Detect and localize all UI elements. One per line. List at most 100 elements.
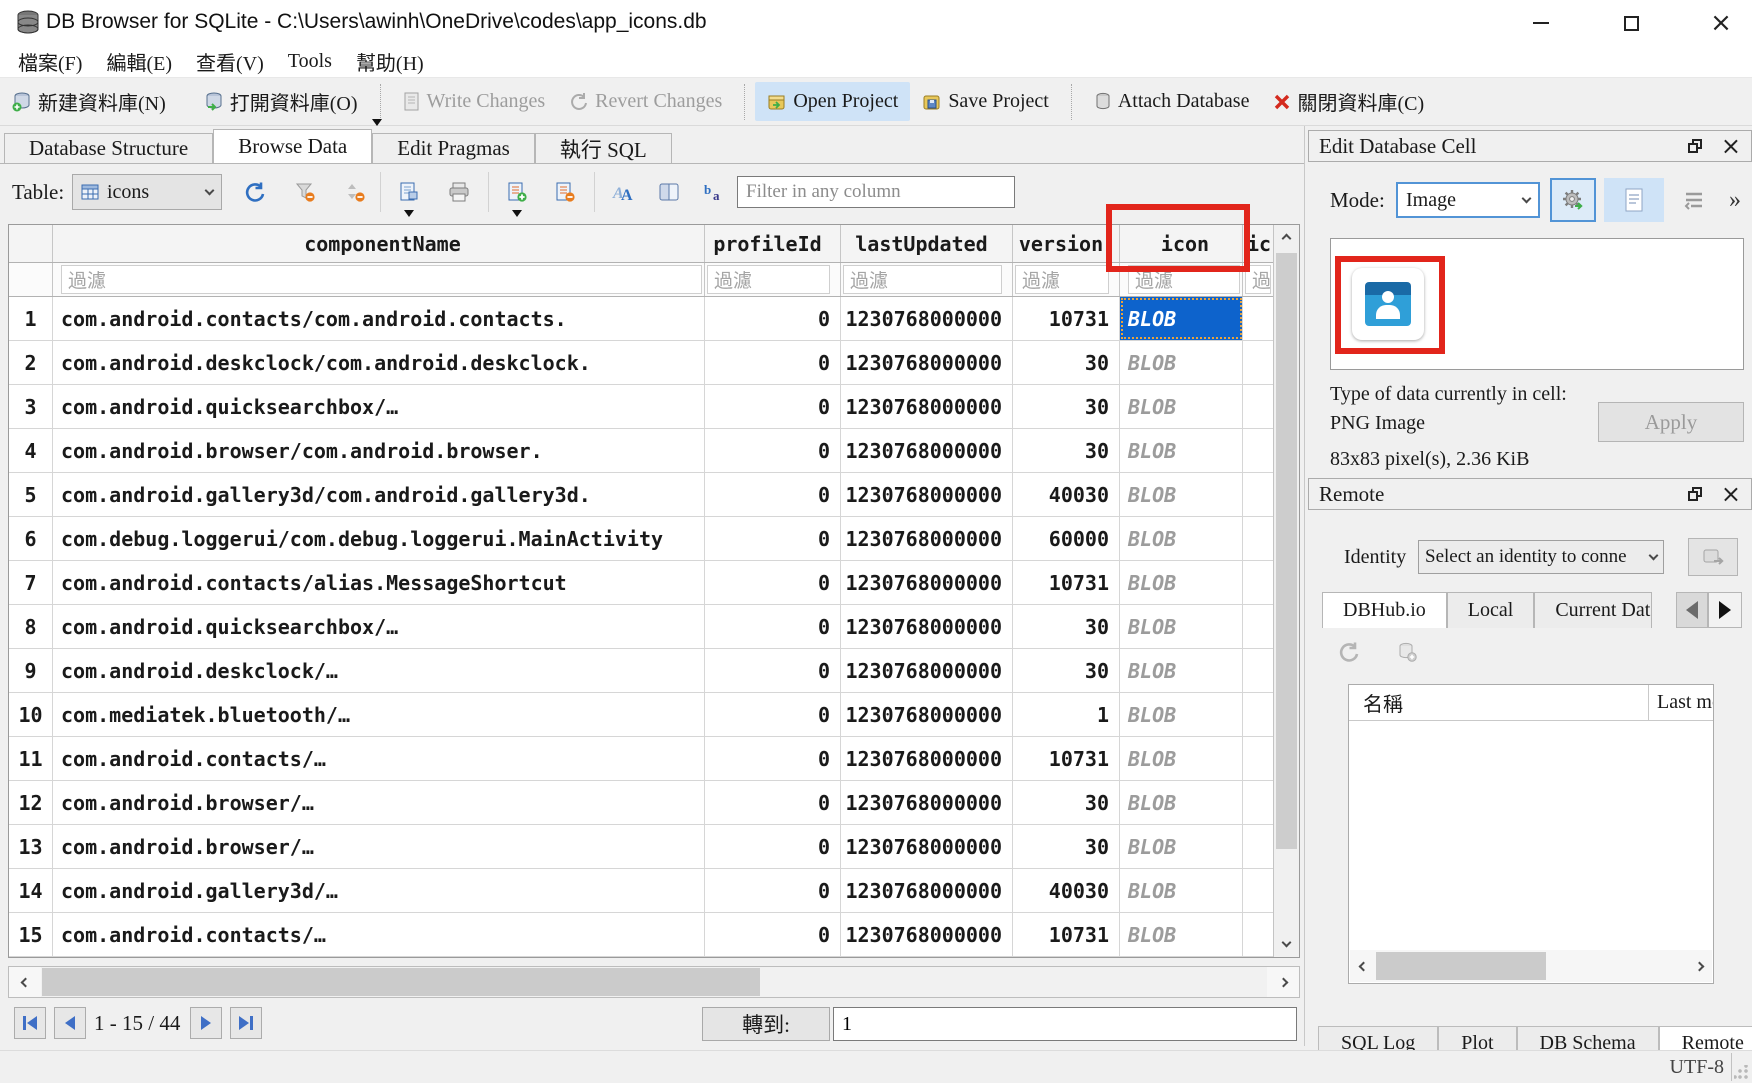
cell-componentName[interactable]: com.android.contacts/… — [53, 737, 705, 780]
dictionary-button[interactable] — [652, 176, 686, 208]
cell-partial[interactable] — [1243, 429, 1273, 472]
text-mode-button[interactable] — [1604, 178, 1664, 222]
row-number-cell[interactable]: 1 — [9, 297, 53, 340]
tab-database-structure[interactable]: Database Structure — [4, 133, 213, 163]
table-select[interactable]: icons — [72, 174, 222, 210]
cell-partial[interactable] — [1243, 605, 1273, 648]
column-header-profileId[interactable]: profileId — [705, 225, 841, 262]
open-database-button[interactable]: 打開資料庫(O) — [192, 79, 370, 124]
menu-view[interactable]: 查看(V) — [186, 45, 274, 78]
row-number-cell[interactable]: 9 — [9, 649, 53, 692]
cell-lastUpdated[interactable]: 1230768000000 — [841, 385, 1013, 428]
cell-version[interactable]: 30 — [1013, 385, 1120, 428]
close-button[interactable]: × — [1690, 0, 1752, 46]
attach-database-button[interactable]: Attach Database — [1082, 82, 1262, 121]
cell-lastUpdated[interactable]: 1230768000000 — [841, 825, 1013, 868]
cell-version[interactable]: 10731 — [1013, 297, 1120, 340]
row-number-cell[interactable]: 14 — [9, 869, 53, 912]
cell-icon-blob[interactable]: BLOB — [1120, 517, 1243, 560]
cell-lastUpdated[interactable]: 1230768000000 — [841, 297, 1013, 340]
close-panel-icon[interactable]: × — [1721, 482, 1741, 506]
row-number-cell[interactable]: 10 — [9, 693, 53, 736]
close-database-button[interactable]: 關閉資料庫(C) — [1261, 79, 1436, 124]
cell-icon-blob[interactable]: BLOB — [1120, 473, 1243, 516]
new-database-button[interactable]: 新建資料庫(N) — [0, 79, 178, 124]
cell-profileId[interactable]: 0 — [705, 473, 841, 516]
cell-profileId[interactable]: 0 — [705, 341, 841, 384]
insert-record-button[interactable] — [500, 176, 534, 208]
cell-componentName[interactable]: com.android.contacts/alias.MessageShortc… — [53, 561, 705, 604]
cell-componentName[interactable]: com.android.browser/… — [53, 825, 705, 868]
tab-scroll-left-button[interactable] — [1676, 592, 1708, 628]
maximize-button[interactable] — [1600, 0, 1662, 46]
cell-componentName[interactable]: com.android.contacts/com.android.contact… — [53, 297, 705, 340]
cell-version[interactable]: 30 — [1013, 649, 1120, 692]
first-record-button[interactable] — [14, 1007, 46, 1039]
cell-partial[interactable] — [1243, 473, 1273, 516]
cell-lastUpdated[interactable]: 1230768000000 — [841, 517, 1013, 560]
row-number-cell[interactable]: 12 — [9, 781, 53, 824]
cell-lastUpdated[interactable]: 1230768000000 — [841, 781, 1013, 824]
cell-version[interactable]: 30 — [1013, 781, 1120, 824]
menu-file[interactable]: 檔案(F) — [8, 45, 92, 78]
apply-button[interactable]: Apply — [1598, 402, 1744, 442]
scroll-down-button[interactable] — [1274, 931, 1299, 957]
cell-partial[interactable] — [1243, 913, 1273, 956]
cell-componentName[interactable]: com.android.deskclock/… — [53, 649, 705, 692]
clear-sorting-button[interactable] — [338, 176, 372, 208]
close-panel-icon[interactable]: × — [1721, 134, 1741, 158]
resize-grip[interactable] — [1734, 1065, 1748, 1079]
cell-lastUpdated[interactable]: 1230768000000 — [841, 429, 1013, 472]
encoding-button[interactable]: ba — [698, 176, 732, 208]
row-number-cell[interactable]: 15 — [9, 913, 53, 956]
clear-filters-button[interactable] — [288, 176, 322, 208]
tab-edit-pragmas[interactable]: Edit Pragmas — [372, 133, 535, 163]
import-identity-button[interactable] — [1688, 538, 1738, 576]
tab-browse-data[interactable]: Browse Data — [213, 129, 372, 163]
row-number-cell[interactable]: 5 — [9, 473, 53, 516]
goto-record-input[interactable] — [833, 1007, 1297, 1041]
cell-lastUpdated[interactable]: 1230768000000 — [841, 473, 1013, 516]
cell-version[interactable]: 30 — [1013, 605, 1120, 648]
delete-record-button[interactable] — [548, 176, 582, 208]
float-panel-icon[interactable] — [1688, 487, 1703, 502]
panel-overflow-button[interactable]: » — [1720, 178, 1750, 222]
row-number-cell[interactable]: 3 — [9, 385, 53, 428]
cell-partial[interactable] — [1243, 781, 1273, 824]
cell-version[interactable]: 40030 — [1013, 473, 1120, 516]
cell-componentName[interactable]: com.android.contacts/… — [53, 913, 705, 956]
cell-lastUpdated[interactable]: 1230768000000 — [841, 693, 1013, 736]
cell-profileId[interactable]: 0 — [705, 825, 841, 868]
dock-splitter[interactable] — [1304, 126, 1305, 1046]
cell-icon-blob[interactable]: BLOB — [1120, 385, 1243, 428]
cell-lastUpdated[interactable]: 1230768000000 — [841, 913, 1013, 956]
cell-icon-blob[interactable]: BLOB — [1120, 605, 1243, 648]
goto-button[interactable]: 轉到: — [702, 1007, 830, 1041]
cell-icon-blob[interactable]: BLOB — [1120, 825, 1243, 868]
cell-icon-blob[interactable]: BLOB — [1120, 693, 1243, 736]
cell-profileId[interactable]: 0 — [705, 561, 841, 604]
cell-partial[interactable] — [1243, 649, 1273, 692]
refresh-button[interactable] — [238, 176, 272, 208]
cell-version[interactable]: 30 — [1013, 429, 1120, 472]
cell-partial[interactable] — [1243, 825, 1273, 868]
cell-icon-blob[interactable]: BLOB — [1120, 913, 1243, 956]
grid-horizontal-scrollbar[interactable] — [8, 966, 1300, 998]
cell-partial[interactable] — [1243, 517, 1273, 560]
cell-partial[interactable] — [1243, 341, 1273, 384]
row-number-cell[interactable]: 13 — [9, 825, 53, 868]
scroll-left-button[interactable] — [9, 967, 41, 997]
save-project-button[interactable]: Save Project — [910, 82, 1061, 121]
column-header-version[interactable]: version — [1013, 225, 1120, 262]
encoding-indicator[interactable]: UTF-8 — [1670, 1056, 1724, 1079]
filter-input-profileId[interactable]: 過濾 — [705, 263, 841, 296]
minimize-button[interactable] — [1510, 0, 1572, 46]
next-record-button[interactable] — [190, 1007, 222, 1039]
row-number-cell[interactable]: 11 — [9, 737, 53, 780]
cell-partial[interactable] — [1243, 561, 1273, 604]
scroll-left-button[interactable] — [1350, 950, 1376, 982]
export-results-button[interactable] — [392, 176, 426, 208]
cell-icon-blob[interactable]: BLOB — [1120, 737, 1243, 780]
cell-lastUpdated[interactable]: 1230768000000 — [841, 561, 1013, 604]
identity-select[interactable]: Select an identity to conne — [1418, 540, 1664, 574]
